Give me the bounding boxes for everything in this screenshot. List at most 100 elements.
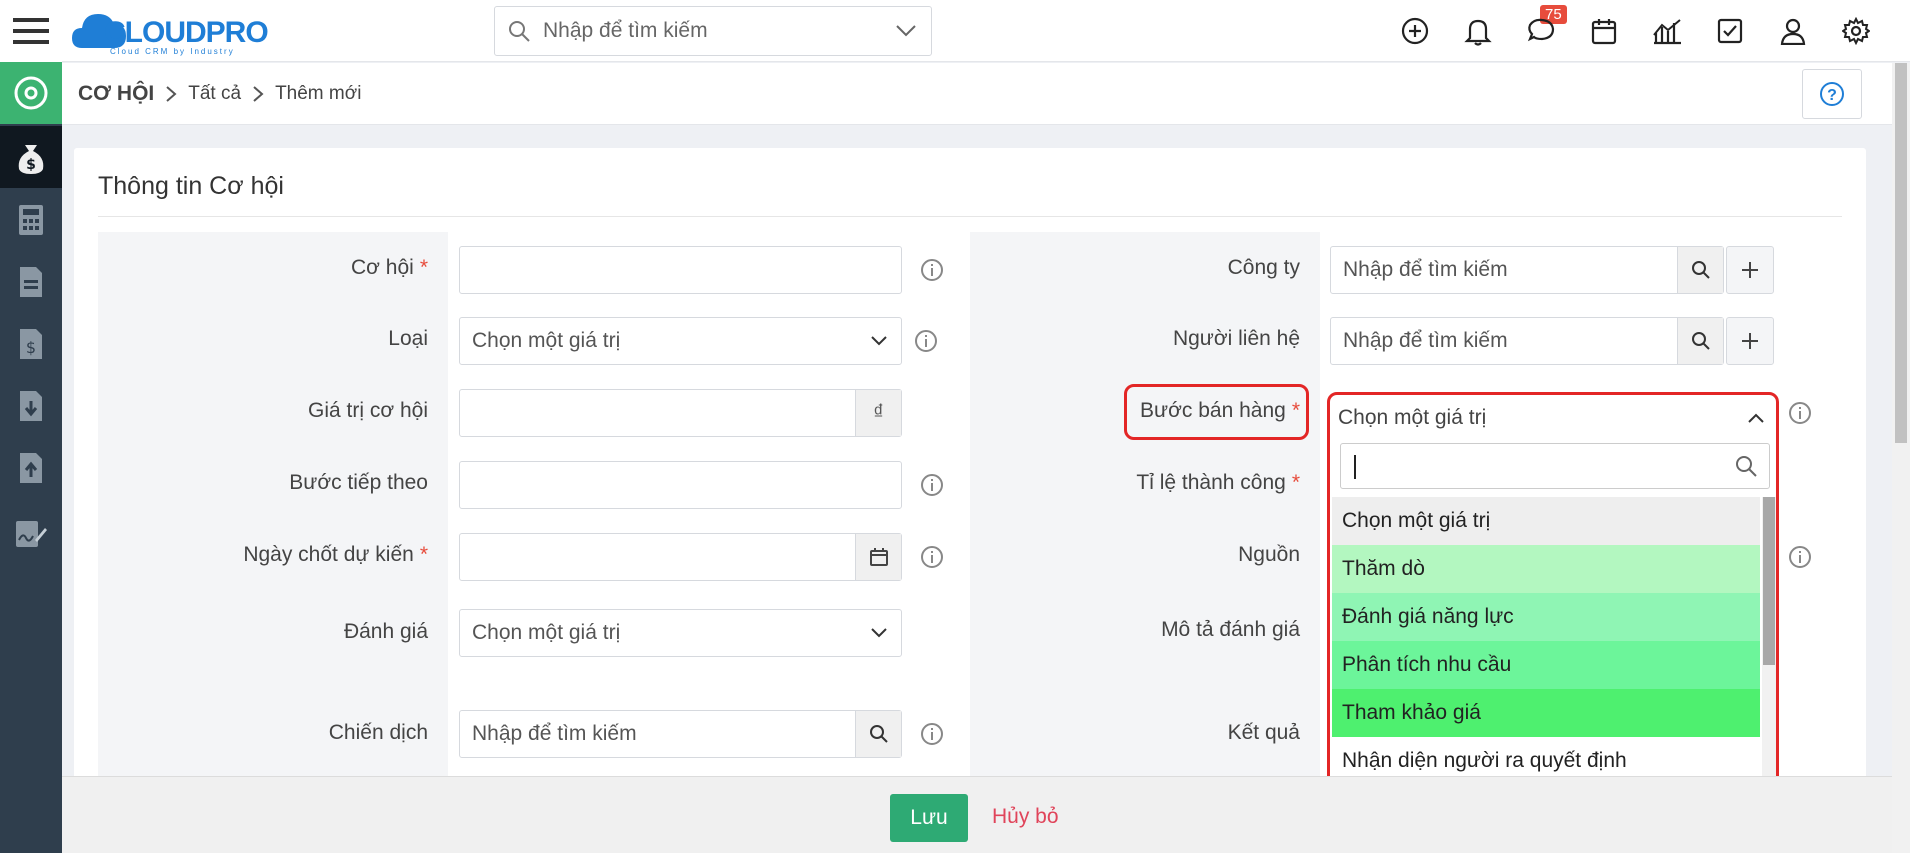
search-icon (1691, 261, 1710, 279)
close-date-input[interactable] (459, 533, 902, 581)
label-close-date: Ngày chốt dự kiến * (243, 543, 428, 566)
dropdown-scrollbar-thumb[interactable] (1763, 497, 1775, 665)
sidebar-item-invoice[interactable]: $ (0, 316, 62, 372)
chevron-down-icon (871, 628, 887, 638)
breadcrumb-root[interactable]: CƠ HỘI (78, 82, 154, 106)
company-placeholder: Nhập để tìm kiếm (1343, 258, 1508, 281)
cancel-link[interactable]: Hủy bỏ (992, 805, 1059, 829)
highlight-sales-stage-label (1124, 384, 1309, 440)
breadcrumb-current: Thêm mới (275, 82, 362, 104)
sidebar-item-export[interactable] (0, 440, 62, 496)
company-search-button[interactable] (1677, 247, 1723, 293)
info-icon (1789, 402, 1811, 424)
add-contact-button[interactable] (1726, 317, 1774, 365)
dropdown-option[interactable]: Chọn một giá trị (1332, 497, 1760, 545)
brand-name: CLOUDPRO (104, 16, 268, 49)
chat-bubble-icon (1527, 18, 1555, 42)
date-picker-button[interactable] (855, 534, 901, 580)
campaign-input[interactable]: Nhập để tìm kiếm (459, 710, 902, 758)
profile-button[interactable] (1776, 14, 1810, 48)
info-icon (921, 546, 943, 568)
info-icon (921, 474, 943, 496)
calendar-button[interactable] (1587, 14, 1621, 48)
left-label-panel (98, 232, 448, 788)
dropdown-option[interactable]: Phân tích nhu cầu (1332, 641, 1760, 689)
opportunity-input[interactable] (459, 246, 902, 294)
download-file-icon (20, 391, 42, 421)
brand-tagline: Cloud CRM by Industry (110, 47, 235, 56)
save-button[interactable]: Lưu (890, 794, 968, 842)
invoice-icon: $ (20, 329, 42, 359)
page-scrollbar[interactable] (1892, 63, 1910, 853)
breadcrumb-all[interactable]: Tất cả (188, 83, 241, 105)
divider (98, 216, 1842, 217)
calculator-icon (19, 205, 43, 235)
calendar-icon (869, 548, 888, 566)
dropdown-option[interactable]: Đánh giá năng lực (1332, 593, 1760, 641)
chevron-up-icon (1748, 413, 1764, 423)
menu-icon (13, 18, 49, 44)
help-button[interactable]: ? (1802, 69, 1862, 119)
label-campaign: Chiến dịch (328, 721, 428, 744)
signature-icon (16, 521, 47, 547)
sidebar-item-calculator[interactable] (0, 192, 62, 248)
hamburger-menu-button[interactable] (0, 0, 62, 62)
add-button[interactable] (1398, 14, 1432, 48)
rating-select[interactable]: Chọn một giá trị (459, 609, 902, 657)
settings-button[interactable] (1839, 14, 1873, 48)
dropdown-option[interactable]: Thăm dò (1332, 545, 1760, 593)
gear-icon (1842, 17, 1870, 45)
right-label-panel (970, 232, 1320, 788)
target-icon (14, 76, 48, 110)
label-next-step: Bước tiếp theo (289, 471, 428, 494)
sidebar-item-import[interactable] (0, 378, 62, 434)
dropdown-option[interactable]: Tham khảo giá (1332, 689, 1760, 737)
money-bag-icon: $ (18, 145, 44, 174)
form-footer: Lưu Hủy bỏ (62, 776, 1892, 853)
next-step-input[interactable] (459, 461, 902, 509)
type-select[interactable]: Chọn một giá trị (459, 317, 902, 365)
sidebar-item-signature[interactable] (0, 506, 62, 562)
page-scrollbar-thumb[interactable] (1895, 63, 1907, 443)
chat-button[interactable] (1524, 14, 1558, 48)
contact-search-button[interactable] (1677, 318, 1723, 364)
sales-stage-dropdown[interactable]: Chọn một giá trị Chọn một giá trị Thăm dò… (1327, 392, 1779, 802)
global-search[interactable]: Nhập để tìm kiếm (494, 6, 932, 56)
plus-icon (1742, 262, 1758, 278)
sales-stage-select[interactable]: Chọn một giá trị (1338, 395, 1768, 441)
label-opportunity: Cơ hội * (351, 256, 428, 279)
dropdown-scrollbar[interactable] (1762, 497, 1776, 797)
amount-input[interactable]: ₫ (459, 389, 902, 437)
chart-icon (1653, 19, 1681, 45)
cloudpro-logo[interactable]: CLOUDPRO Cloud CRM by Industry (70, 4, 300, 58)
reports-button[interactable] (1650, 14, 1684, 48)
add-company-button[interactable] (1726, 246, 1774, 294)
info-icon (921, 723, 943, 745)
company-input[interactable]: Nhập để tìm kiếm (1330, 246, 1724, 294)
breadcrumb: CƠ HỘI Tất cả Thêm mới ? (62, 63, 1892, 125)
sidebar-item-document[interactable] (0, 254, 62, 310)
cloud-logo-icon: CLOUDPRO Cloud CRM by Industry (72, 14, 269, 56)
label-result: Kết quả (1227, 721, 1300, 744)
contact-placeholder: Nhập để tìm kiếm (1343, 329, 1508, 352)
rating-select-value: Chọn một giá trị (472, 621, 621, 644)
checkbox-icon (1717, 18, 1743, 44)
document-icon (20, 267, 42, 297)
label-rating: Đánh giá (343, 620, 428, 643)
sidebar-item-home[interactable] (0, 62, 62, 124)
dropdown-search-input[interactable] (1340, 443, 1770, 489)
search-icon (869, 725, 888, 743)
sidebar-item-opportunities[interactable]: $ (0, 126, 62, 188)
chevron-down-icon (871, 336, 887, 346)
currency-addon: ₫ (855, 390, 901, 436)
text-caret (1354, 455, 1356, 479)
label-rating-description: Mô tả đánh giá (1161, 618, 1300, 641)
tasks-button[interactable] (1713, 14, 1747, 48)
svg-text:?: ? (1827, 87, 1837, 104)
label-type: Loại (388, 327, 428, 350)
contact-input[interactable]: Nhập để tìm kiếm (1330, 317, 1724, 365)
notifications-button[interactable] (1461, 14, 1495, 48)
dropdown-options-list: Chọn một giá trị Thăm dò Đánh giá năng lực… (1332, 497, 1760, 797)
campaign-placeholder: Nhập để tìm kiếm (472, 722, 637, 745)
campaign-search-button[interactable] (855, 711, 901, 757)
